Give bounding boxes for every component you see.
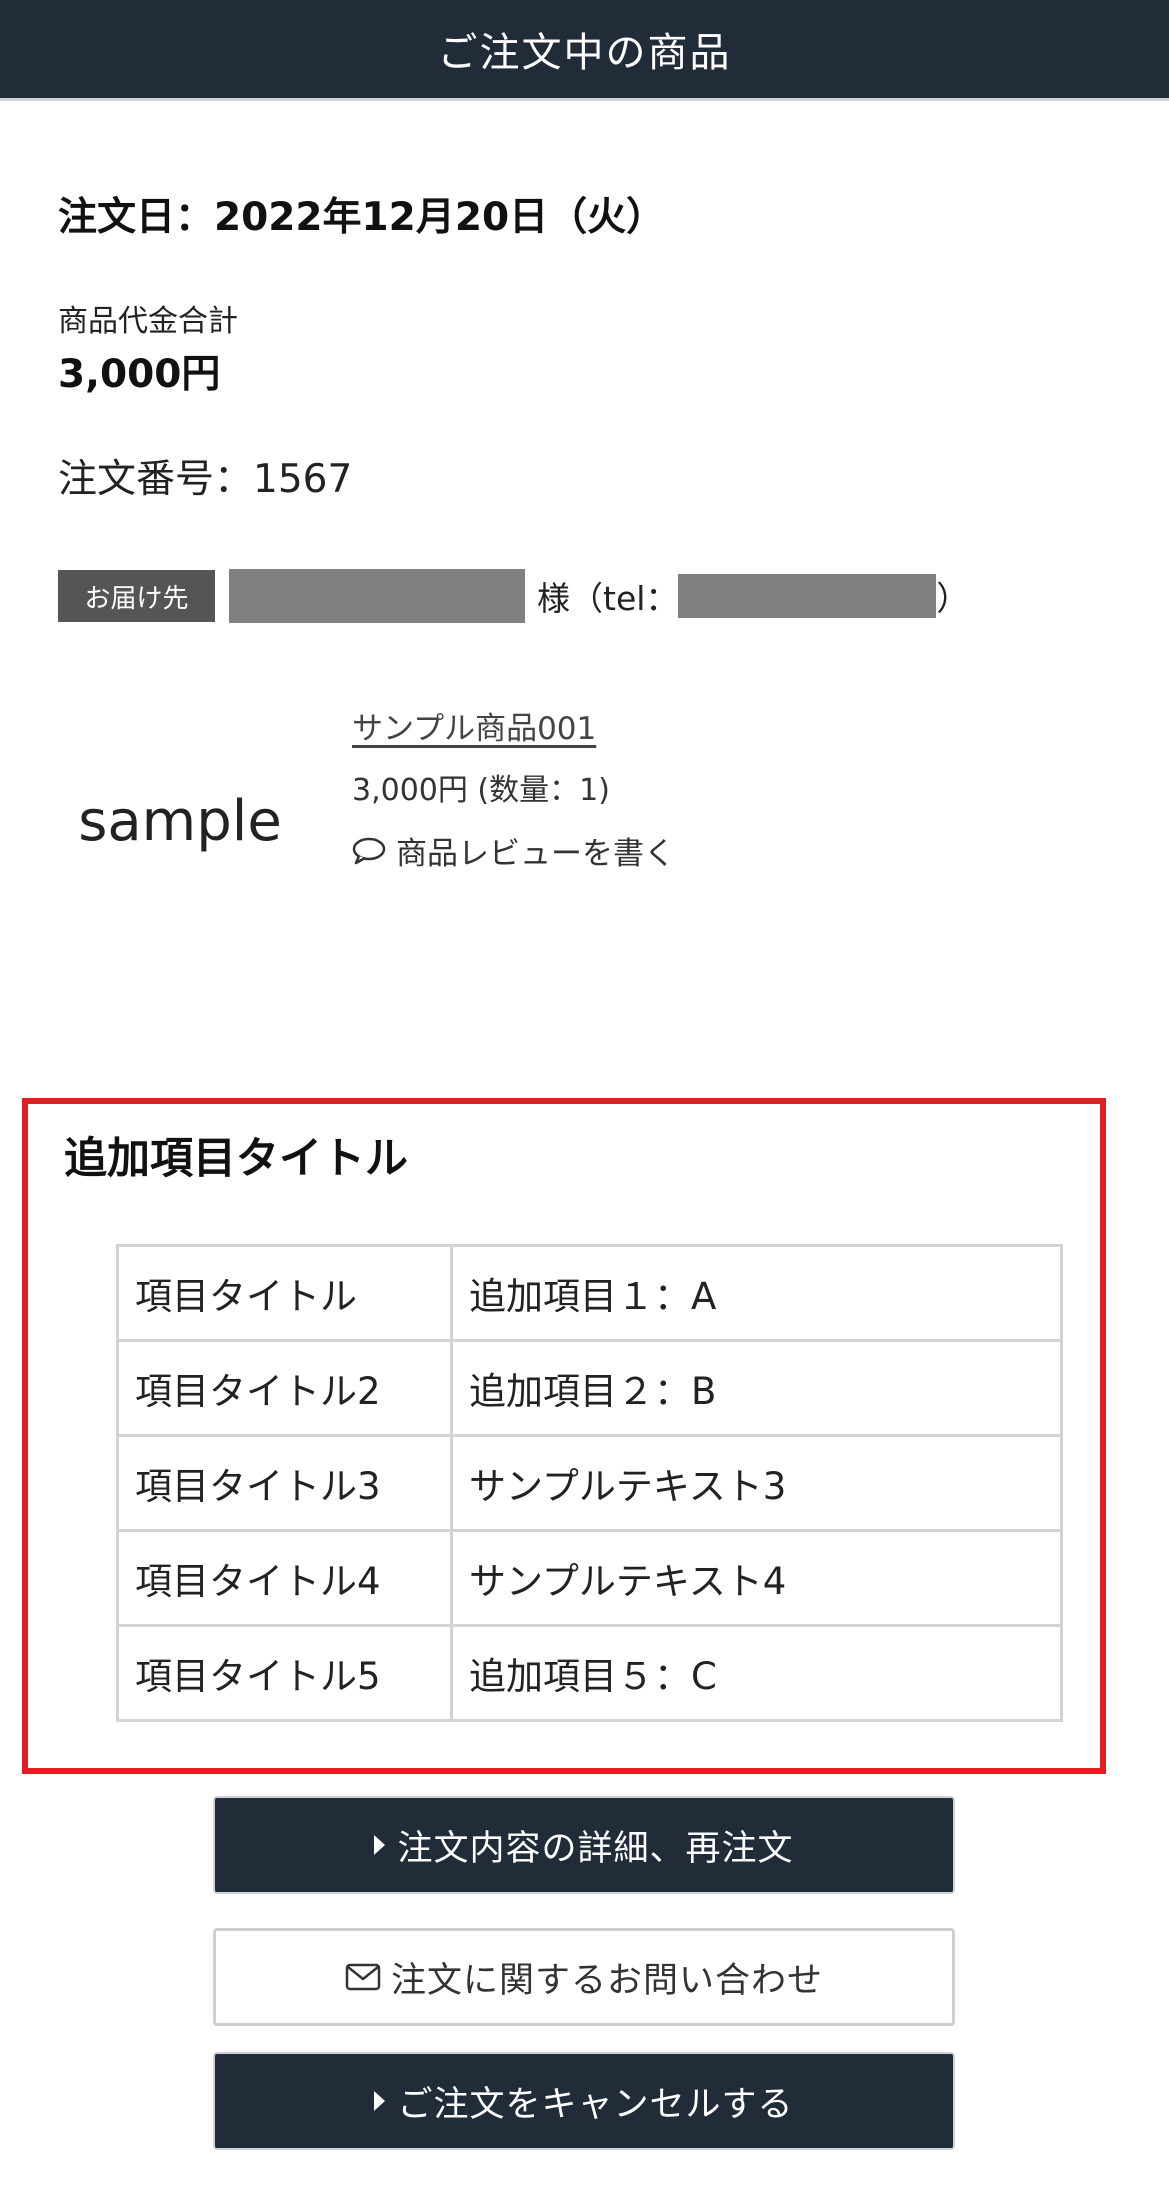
write-review-label: 商品レビューを書く: [396, 836, 675, 872]
field-key: 項目タイトル3: [116, 1434, 453, 1532]
field-value: サンプルテキスト3: [450, 1434, 1063, 1532]
speech-bubble-icon: [352, 837, 386, 864]
delivery-info: お届け先 様（tel： ）: [58, 569, 969, 623]
write-review-link[interactable]: 商品レビューを書く: [352, 828, 675, 873]
delivery-badge: お届け先: [58, 570, 215, 622]
envelope-icon: [345, 1963, 381, 1991]
order-total-value: 3,000円: [58, 352, 221, 397]
table-row: 項目タイトル4 サンプルテキスト4: [116, 1529, 1063, 1627]
caret-right-icon: [374, 2091, 386, 2111]
field-key: 項目タイトル2: [116, 1339, 453, 1437]
product-price: 3,000円 (数量：1): [352, 773, 610, 808]
product-name-link[interactable]: サンプル商品001: [352, 703, 596, 748]
order-detail-button[interactable]: 注文内容の詳細、再注文: [213, 1796, 955, 1894]
additional-fields-section: 追加項目タイトル 項目タイトル 追加項目１：A 項目タイトル2 追加項目２：B …: [22, 1098, 1106, 1774]
order-detail-label: 注文内容の詳細、再注文: [397, 1828, 794, 1869]
field-value: サンプルテキスト4: [450, 1529, 1063, 1627]
page-header: ご注文中の商品: [0, 0, 1169, 101]
cancel-order-label: ご注文をキャンセルする: [397, 2084, 794, 2125]
table-row: 項目タイトル2 追加項目２：B: [116, 1339, 1063, 1437]
delivery-close-paren: ）: [936, 579, 970, 618]
table-row: 項目タイトル 追加項目１：A: [116, 1244, 1063, 1342]
field-key: 項目タイトル: [116, 1244, 453, 1342]
additional-fields-table: 項目タイトル 追加項目１：A 項目タイトル2 追加項目２：B 項目タイトル3 サ…: [116, 1244, 1063, 1722]
inquiry-button[interactable]: 注文に関するお問い合わせ: [213, 1928, 955, 2026]
cancel-order-button[interactable]: ご注文をキャンセルする: [213, 2052, 955, 2150]
table-row: 項目タイトル3 サンプルテキスト3: [116, 1434, 1063, 1532]
field-key: 項目タイトル5: [116, 1624, 453, 1722]
table-row: 項目タイトル5 追加項目５：C: [116, 1624, 1063, 1722]
field-value: 追加項目２：B: [450, 1339, 1063, 1437]
order-date: 注文日：2022年12月20日（火）: [58, 195, 666, 240]
field-value: 追加項目１：A: [450, 1244, 1063, 1342]
page-title: ご注文中の商品: [437, 30, 732, 76]
caret-right-icon: [374, 1835, 386, 1855]
inquiry-label: 注文に関するお問い合わせ: [390, 1960, 823, 2001]
redacted-name: [229, 569, 525, 623]
order-number: 注文番号：1567: [58, 457, 353, 502]
field-value: 追加項目５：C: [450, 1624, 1063, 1722]
product-image-text: sample: [78, 788, 282, 854]
order-total-label: 商品代金合計: [58, 304, 238, 339]
redacted-tel: [678, 574, 937, 618]
product-image[interactable]: sample: [58, 738, 302, 904]
additional-fields-title: 追加項目タイトル: [64, 1134, 408, 1184]
delivery-tel-label: 様（tel：: [537, 579, 679, 618]
field-key: 項目タイトル4: [116, 1529, 453, 1627]
